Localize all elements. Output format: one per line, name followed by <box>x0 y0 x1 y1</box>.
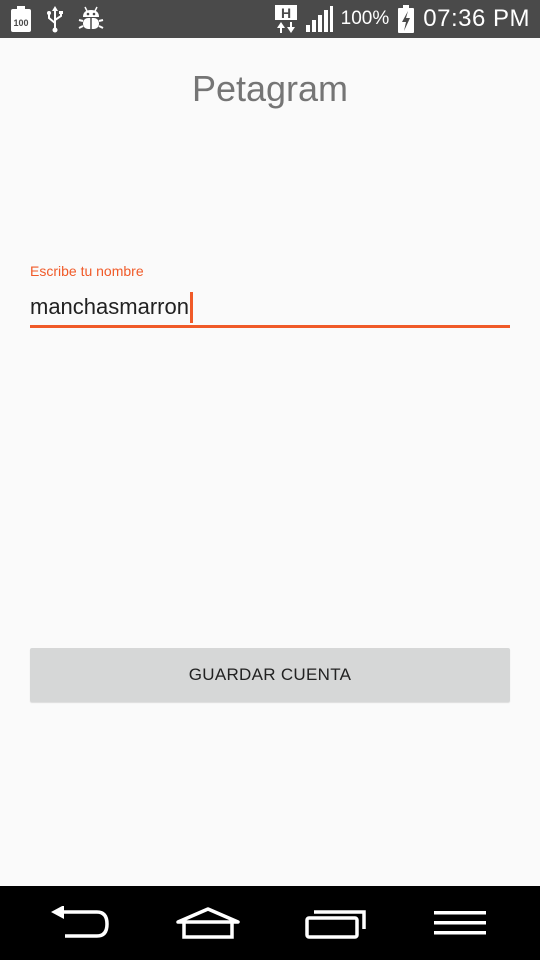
name-field-label: Escribe tu nombre <box>30 263 144 279</box>
system-status: H 100% 07:36 PM <box>274 2 530 36</box>
navigation-bar <box>0 886 540 960</box>
recent-apps-button[interactable] <box>268 886 403 960</box>
recent-apps-icon <box>304 906 368 940</box>
status-bar: 100 H 100% 07:36 PM <box>0 0 540 38</box>
usb-icon <box>46 5 64 33</box>
battery-charging-icon <box>397 4 415 34</box>
back-icon <box>49 906 111 940</box>
app-title: Petagram <box>191 68 349 109</box>
home-button[interactable] <box>140 886 275 960</box>
clock: 07:36 PM <box>423 5 530 32</box>
name-input-value: manchasmarron <box>30 294 189 319</box>
back-button[interactable] <box>12 886 147 960</box>
name-input[interactable]: manchasmarron <box>30 292 510 328</box>
menu-icon <box>432 908 488 938</box>
home-icon <box>175 906 240 940</box>
text-cursor <box>189 292 193 323</box>
menu-button[interactable] <box>392 886 527 960</box>
save-account-button[interactable]: GUARDAR CUENTA <box>30 648 510 702</box>
battery-percent: 100% <box>340 8 390 29</box>
hspa-data-icon: H <box>274 4 297 34</box>
network-type-text: H <box>281 5 291 21</box>
battery-100-icon: 100 <box>10 5 32 33</box>
battery-badge-text: 100 <box>13 18 28 28</box>
signal-bars-icon <box>305 5 333 33</box>
debug-bug-icon <box>78 6 104 32</box>
notification-icons: 100 <box>10 4 104 34</box>
